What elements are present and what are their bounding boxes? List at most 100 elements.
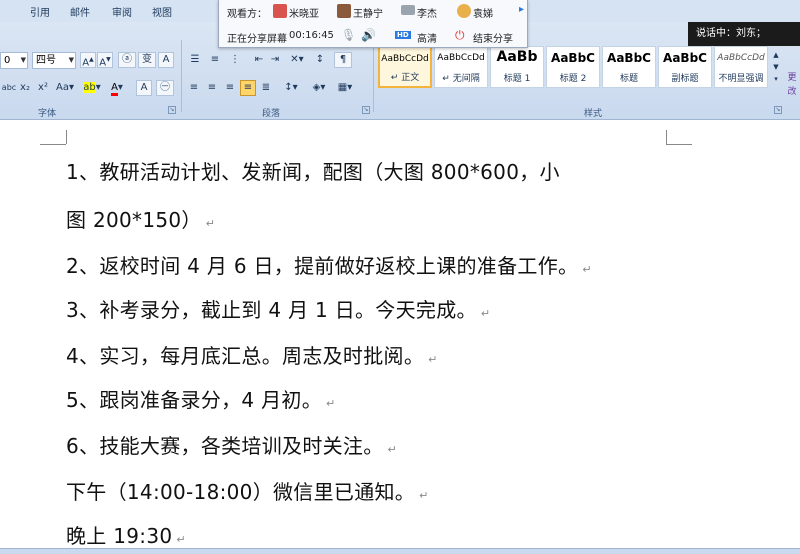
subscript-icon[interactable]: x₂	[18, 80, 32, 96]
tab-view[interactable]: 视图	[152, 4, 172, 19]
hd-toggle[interactable]: 高清	[417, 30, 437, 45]
style-sample: AaBbC	[551, 51, 595, 65]
doc-line-text: 晚上 19:30	[66, 524, 173, 548]
style-name: ↵ 无间隔	[442, 74, 480, 84]
style-no-spacing[interactable]: AaBbCcDd ↵ 无间隔	[434, 46, 488, 88]
strikethrough-icon[interactable]: abc	[0, 80, 18, 96]
share-timer: 00:16:45	[289, 30, 334, 41]
style-normal[interactable]: AaBbCcDd ↵ 正文	[378, 46, 432, 88]
font-name-value: 0	[4, 55, 11, 66]
change-case-icon[interactable]: Aa▾	[54, 80, 76, 96]
font-size-value: 四号	[36, 55, 56, 66]
grow-font-button[interactable]: A▲	[80, 52, 96, 68]
tab-review[interactable]: 审阅	[112, 4, 132, 19]
style-sample: AaBbCcDd	[717, 53, 765, 63]
style-name: ↵ 正文	[390, 73, 420, 83]
distributed-icon[interactable]: ≣	[258, 80, 274, 96]
group-divider	[373, 40, 374, 112]
sort-icon[interactable]: ↕	[312, 52, 328, 68]
viewers-label: 观看方：	[227, 9, 267, 20]
style-name: 标题 2	[559, 74, 587, 84]
crop-mark	[66, 130, 67, 144]
char-shading-icon[interactable]: A	[136, 80, 152, 96]
doc-line-text: 1、教研活动计划、发新闻，配图（大图 800*600，小	[66, 160, 560, 184]
enclose-char-icon[interactable]: ㊀	[156, 80, 174, 96]
speaking-indicator: 说话中：刘东；	[688, 22, 800, 46]
doc-line[interactable]: 5、跟岗准备录分，4 月初。 ↵	[66, 384, 336, 413]
crop-mark	[40, 144, 66, 145]
style-name: 标题 1	[503, 74, 531, 84]
gallery-scroll-icon[interactable]: ▲ ▼ ▾	[771, 48, 781, 88]
paragraph-dialog-launcher-icon[interactable]: ↘	[362, 106, 370, 114]
change-styles-button[interactable]: 更改	[784, 70, 800, 97]
hd-badge-icon: HD	[395, 31, 411, 39]
viewer-name[interactable]: 王静宁	[353, 5, 383, 20]
highlight-icon[interactable]: ab▾	[82, 80, 102, 96]
tab-references[interactable]: 引用	[30, 4, 50, 19]
avatar	[457, 4, 471, 18]
font-size-combo[interactable]: 四号 ▼	[32, 52, 76, 69]
style-sample: AaBbC	[663, 51, 707, 65]
avatar	[273, 4, 287, 18]
style-name: 副标题	[671, 74, 699, 84]
shading-icon[interactable]: ◈▾	[308, 80, 330, 96]
style-name: 标题	[619, 74, 638, 84]
viewer-name[interactable]: 米晓亚	[289, 5, 319, 20]
phonetic-guide-icon[interactable]: 变	[138, 52, 156, 68]
clear-format-icon[interactable]: ⓐ	[118, 52, 136, 68]
bullets-icon[interactable]: ☰	[186, 52, 204, 68]
paragraph-mark: ↵	[582, 263, 592, 276]
doc-line-text: 图 200*150）	[66, 208, 202, 232]
numbering-icon[interactable]: ≡	[206, 52, 224, 68]
line-spacing-icon[interactable]: ↕▾	[280, 80, 302, 96]
font-dialog-launcher-icon[interactable]: ↘	[168, 106, 176, 114]
superscript-icon[interactable]: x²	[36, 80, 50, 96]
status-bar	[0, 548, 800, 554]
paragraph-mark: ↵	[419, 489, 429, 502]
doc-line-text: 2、返校时间 4 月 6 日，提前做好返校上课的准备工作。	[66, 254, 579, 278]
shrink-font-button[interactable]: A▼	[97, 52, 113, 68]
style-name: 不明显强调	[718, 74, 764, 84]
char-border-icon[interactable]: A	[158, 52, 174, 68]
doc-line[interactable]: 3、补考录分，截止到 4 月 1 日。今天完成。 ↵	[66, 294, 490, 323]
doc-line[interactable]: 1、教研活动计划、发新闻，配图（大图 800*600，小	[66, 156, 560, 185]
style-subtitle[interactable]: AaBbC 副标题	[658, 46, 712, 88]
document-page[interactable]: 1、教研活动计划、发新闻，配图（大图 800*600，小 图 200*150） ↵…	[0, 120, 800, 548]
doc-line[interactable]: 4、实习，每月底汇总。周志及时批阅。 ↵	[66, 340, 438, 369]
align-left-icon[interactable]: ≡	[186, 80, 202, 96]
style-heading-1[interactable]: AaBb 标题 1	[490, 46, 544, 88]
align-center-icon[interactable]: ≡	[204, 80, 220, 96]
show-marks-icon[interactable]: ¶	[334, 52, 352, 68]
style-title[interactable]: AaBbC 标题	[602, 46, 656, 88]
doc-line[interactable]: 图 200*150） ↵	[66, 204, 215, 233]
avatar	[337, 4, 351, 18]
style-sample: AaBbCcDd	[381, 54, 429, 64]
multilevel-list-icon[interactable]: ⋮	[226, 52, 244, 68]
doc-line[interactable]: 2、返校时间 4 月 6 日，提前做好返校上课的准备工作。 ↵	[66, 250, 592, 279]
more-viewers-arrow-icon[interactable]: ▸	[519, 4, 524, 15]
font-color-icon[interactable]: A▾	[106, 80, 128, 96]
doc-line[interactable]: 6、技能大赛，各类培训及时关注。 ↵	[66, 430, 397, 459]
tab-mailings[interactable]: 邮件	[70, 4, 90, 19]
doc-line[interactable]: 晚上 19:30 ↵	[66, 520, 186, 549]
end-share-button[interactable]: 结束分享	[473, 30, 513, 45]
justify-icon[interactable]: ≡	[240, 80, 256, 96]
font-name-combo[interactable]: 0 ▼	[0, 52, 28, 69]
viewer-name[interactable]: 李杰	[417, 5, 437, 20]
align-right-icon[interactable]: ≡	[222, 80, 238, 96]
decrease-indent-icon[interactable]: ⇤	[252, 52, 266, 68]
power-icon[interactable]: ⏻	[455, 28, 465, 43]
style-heading-2[interactable]: AaBbC 标题 2	[546, 46, 600, 88]
viewer-name[interactable]: 袁娣	[473, 5, 493, 20]
microphone-icon[interactable]: 🎙	[341, 28, 356, 42]
doc-line-text: 3、补考录分，截止到 4 月 1 日。今天完成。	[66, 298, 477, 322]
style-subtle-emphasis[interactable]: AaBbCcDd 不明显强调	[714, 46, 768, 88]
screen-share-bar: 观看方： 米晓亚 王静宁 李杰 袁娣 ▸ 正在分享屏幕 00:16:45 🎙 🔊…	[218, 0, 528, 48]
increase-indent-icon[interactable]: ⇥	[268, 52, 282, 68]
chinese-layout-icon[interactable]: ✕▾	[286, 52, 308, 68]
speaker-icon[interactable]: 🔊	[361, 28, 376, 42]
doc-line[interactable]: 下午（14:00-18:00）微信里已通知。 ↵	[66, 476, 429, 505]
borders-icon[interactable]: ▦▾	[334, 80, 356, 96]
font-group-label: 字体	[38, 109, 57, 119]
styles-dialog-launcher-icon[interactable]: ↘	[774, 106, 782, 114]
